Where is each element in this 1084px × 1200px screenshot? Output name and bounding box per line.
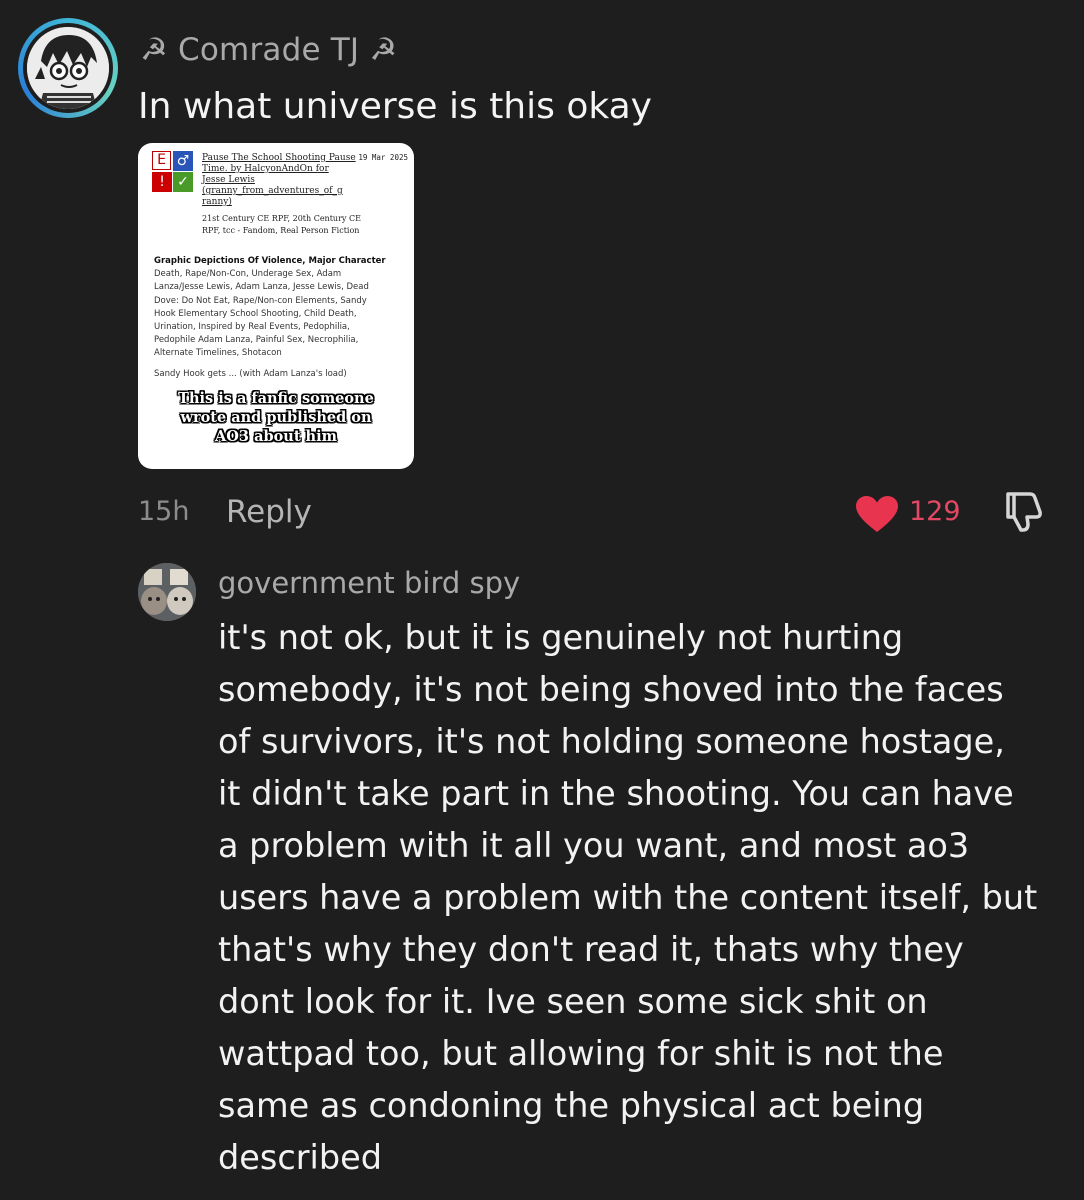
avatar-picture [27, 27, 109, 109]
work-summary: Sandy Hook gets ... (with Adam Lanza's l… [154, 369, 347, 379]
attached-image[interactable]: E ♂ ! ✓ Pause The School Shooting Pause … [138, 143, 414, 469]
work-tag-line: Death, Rape/Non-Con, Underage Sex, Adam [154, 269, 342, 280]
reply-line: somebody, it's not being shoved into the… [218, 670, 1004, 709]
thumbs-down-icon[interactable] [1000, 490, 1048, 534]
work-tag-line: Lanza/Jesse Lewis, Adam Lanza, Jesse Lew… [154, 282, 369, 293]
reply-line: described [218, 1138, 382, 1177]
comment-text: In what universe is this okay [138, 86, 652, 127]
work-date: 19 Mar 2025 [358, 153, 408, 162]
reply-username[interactable]: government bird spy [218, 566, 520, 600]
reply-line: wattpad too, but allowing for shit is no… [218, 1034, 944, 1073]
work-title: Pause The School Shooting Pause Time. by… [202, 153, 362, 208]
work-tag-line: Dove: Do Not Eat, Rape/Non-con Elements,… [154, 295, 367, 306]
work-title-line: Time. by HalcyonAndOn for [202, 164, 329, 174]
image-caption: This is a fanfic someone wrote and publi… [178, 390, 374, 445]
reply-button[interactable]: Reply [226, 494, 312, 530]
work-tag-line: Urination, Inspired by Real Events, Pedo… [154, 322, 350, 333]
reply-line: it didn't take part in the shooting. You… [218, 774, 1014, 813]
reply-line: users have a problem with the content it… [218, 878, 1038, 917]
comment-username[interactable]: ☭ Comrade TJ ☭ [140, 32, 397, 68]
work-title-line: ranny) [202, 197, 232, 207]
work-tags: Graphic Depictions Of Violence, Major Ch… [154, 255, 404, 361]
user-avatar[interactable] [18, 18, 118, 118]
ao3-rating-icon: E ♂ ! ✓ [152, 151, 194, 193]
reply-line: a problem with it all you want, and most… [218, 826, 970, 865]
reply-text: it's not ok, but it is genuinely not hur… [218, 612, 1068, 1184]
work-title-line: (granny_from_adventures_of_g [202, 186, 343, 196]
comment-timestamp: 15h [138, 496, 190, 527]
work-tag-line: Alternate Timelines, Shotacon [154, 348, 282, 359]
work-tag-line: Graphic Depictions Of Violence, Major Ch… [154, 256, 386, 266]
cats-avatar[interactable] [138, 563, 196, 621]
reply-line: that's why they don't read it, thats why… [218, 930, 964, 969]
work-title-line: Pause The School Shooting Pause [202, 153, 356, 163]
heart-icon[interactable] [854, 494, 900, 534]
work-tag-line: Hook Elementary School Shooting, Child D… [154, 308, 357, 319]
reply-line: of survivors, it's not holding someone h… [218, 722, 1005, 761]
cats-avatar-icon [138, 563, 196, 621]
reply-line: dont look for it. Ive seen some sick shi… [218, 982, 928, 1021]
reply-line: it's not ok, but it is genuinely not hur… [218, 618, 904, 657]
avatar-inner [23, 23, 113, 113]
work-title-line: Jesse Lewis [202, 175, 255, 185]
avatar-drawing-icon [27, 27, 109, 109]
work-tag-line: Pedophile Adam Lanza, Painful Sex, Necro… [154, 335, 359, 346]
like-count: 129 [909, 496, 961, 527]
reply-line: same as condoning the physical act being [218, 1086, 925, 1125]
work-fandoms: 21st Century CE RPF, 20th Century CE RPF… [202, 214, 361, 235]
